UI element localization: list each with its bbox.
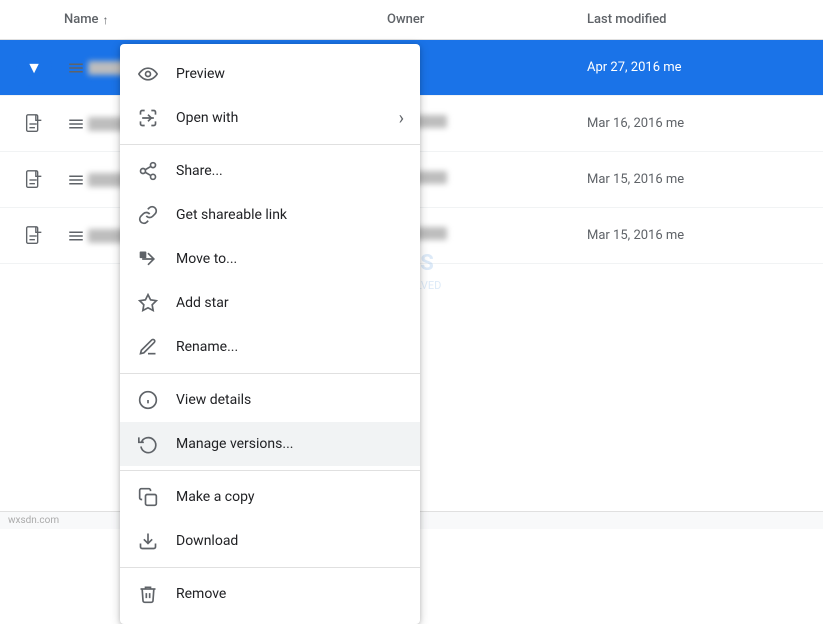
menu-item-move-to[interactable]: Move to...: [120, 237, 420, 281]
file-modified: Apr 27, 2016 me: [587, 60, 807, 75]
submenu-arrow-icon: ›: [399, 108, 404, 129]
menu-item-rename[interactable]: Rename...: [120, 325, 420, 369]
menu-item-label: Share...: [176, 163, 404, 179]
menu-item-manage-versions[interactable]: Manage versions...: [120, 422, 420, 466]
trash-icon: [136, 582, 160, 606]
manage-versions-icon: [136, 432, 160, 456]
header-name-label: Name: [64, 12, 99, 27]
menu-item-get-link[interactable]: Get shareable link: [120, 193, 420, 237]
context-menu: Preview Open with › Share... Get shareable l…: [120, 44, 420, 624]
file-icon-cell: [16, 106, 64, 142]
rename-icon: [136, 335, 160, 359]
menu-item-make-copy[interactable]: Make a copy: [120, 475, 420, 519]
menu-item-label: Manage versions...: [176, 436, 404, 452]
download-icon: [136, 529, 160, 553]
menu-item-label: Make a copy: [176, 489, 404, 505]
menu-divider: [120, 470, 420, 471]
footer-url: wxsdn.com: [8, 515, 59, 526]
info-icon: [136, 388, 160, 412]
row-action-icon[interactable]: [64, 227, 88, 245]
header-name[interactable]: Name ↑: [64, 12, 387, 27]
header-owner[interactable]: Owner: [387, 12, 587, 27]
menu-item-label: Add star: [176, 295, 404, 311]
menu-item-label: View details: [176, 392, 404, 408]
menu-divider: [120, 144, 420, 145]
file-icon-cell: [16, 218, 64, 254]
share-icon: [136, 159, 160, 183]
move-icon: [136, 247, 160, 271]
eye-icon: [136, 62, 160, 86]
header-modified[interactable]: Last modified: [587, 12, 807, 27]
row-action-icon[interactable]: [64, 171, 88, 189]
file-modified: Mar 15, 2016 me: [587, 228, 807, 243]
menu-item-label: Get shareable link: [176, 207, 404, 223]
file-modified: Mar 16, 2016 me: [587, 116, 807, 131]
row-action-icon[interactable]: [64, 59, 88, 77]
sort-icon: ↑: [103, 13, 109, 27]
menu-item-label: Download: [176, 533, 404, 549]
menu-item-label: Move to...: [176, 251, 404, 267]
table-header: Name ↑ Owner Last modified: [0, 0, 823, 40]
link-icon: [136, 203, 160, 227]
file-icon: [16, 162, 52, 198]
row-action-icon[interactable]: [64, 115, 88, 133]
menu-item-add-star[interactable]: Add star: [120, 281, 420, 325]
menu-item-download[interactable]: Download: [120, 519, 420, 563]
file-icon-cell: [16, 162, 64, 198]
copy-icon: [136, 485, 160, 509]
menu-divider: [120, 373, 420, 374]
menu-item-open-with[interactable]: Open with ›: [120, 96, 420, 140]
menu-item-share[interactable]: Share...: [120, 149, 420, 193]
open-with-icon: [136, 106, 160, 130]
menu-item-view-details[interactable]: View details: [120, 378, 420, 422]
file-modified: Mar 15, 2016 me: [587, 172, 807, 187]
menu-item-remove[interactable]: Remove: [120, 572, 420, 616]
file-icon: [16, 106, 52, 142]
file-icon: ▼: [16, 50, 52, 86]
menu-item-label: Open with: [176, 110, 383, 126]
menu-divider: [120, 567, 420, 568]
menu-item-label: Remove: [176, 586, 404, 602]
menu-item-label: Rename...: [176, 339, 404, 355]
star-icon: [136, 291, 160, 315]
file-icon: [16, 218, 52, 254]
menu-item-preview[interactable]: Preview: [120, 52, 420, 96]
file-icon-cell: ▼: [16, 50, 64, 86]
menu-item-label: Preview: [176, 66, 404, 82]
